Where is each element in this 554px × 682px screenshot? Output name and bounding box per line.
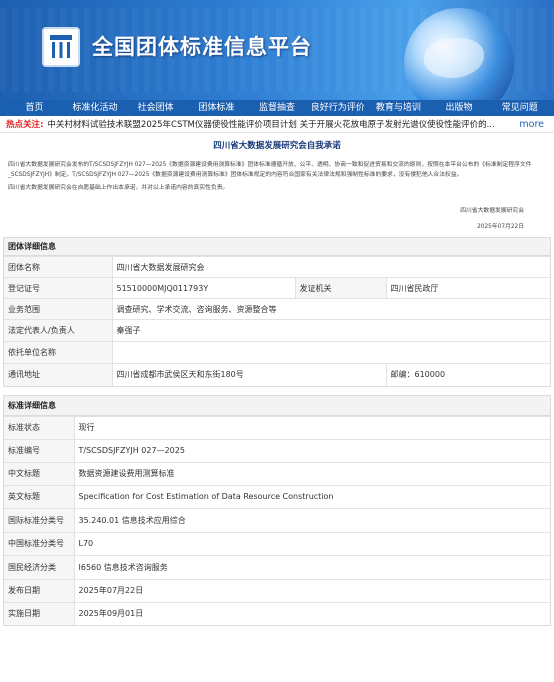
table-row: 国民经济分类 I6560 信息技术咨询服务 bbox=[4, 554, 550, 579]
table-row: 通讯地址 四川省成都市武侯区天和东街180号 邮编：610000 bbox=[4, 363, 550, 386]
nav-social-groups[interactable]: 社会团体 bbox=[125, 100, 186, 116]
business-scope-label: 业务范围 bbox=[4, 298, 113, 320]
org-details-table: 团体名称 四川省大数据发展研究会 登记证号 51510000MJQ011793Y… bbox=[4, 256, 550, 386]
std-field-label: 英文标题 bbox=[4, 484, 75, 508]
business-scope-value: 调查研究、学术交流、咨询服务、资源整合等 bbox=[112, 298, 550, 320]
table-row: 中国标准分类号 L70 bbox=[4, 531, 550, 555]
std-cn-title-value: 数据资源建设费用测算标准 bbox=[74, 461, 550, 485]
table-row: 国际标准分类号 35.240.01 信息技术应用综合 bbox=[4, 507, 550, 532]
nav-publications[interactable]: 出版物 bbox=[429, 100, 490, 116]
address-label: 通讯地址 bbox=[4, 363, 113, 386]
hot-topics-bar: 热点关注: 中关村材料试验技术联盟2025年CSTM仪器使役性能评价项目计划 关… bbox=[0, 116, 554, 133]
legal-rep-value: 秦强子 bbox=[112, 319, 550, 342]
reg-number-value: 51510000MJQ011793Y bbox=[112, 277, 296, 299]
table-row: 发布日期 2025年07月22日 bbox=[4, 578, 550, 602]
commitment-paragraph: 四川省大数据发展研究会发布的T/SCSDSJFZYJH 027—2025《数据资… bbox=[8, 162, 532, 178]
address-value: 四川省成都市武侯区天和东街180号 bbox=[112, 363, 387, 386]
hot-topics-link[interactable]: 中关村材料试验技术联盟2025年CSTM仪器使役性能评价项目计划 关于开展火花放… bbox=[43, 118, 501, 130]
issuer-value: 四川省民政厅 bbox=[386, 277, 550, 299]
standard-details-heading: 标准详细信息 bbox=[4, 395, 550, 416]
postcode-value: 邮编：610000 bbox=[386, 363, 550, 386]
table-row: 中文标题 数据资源建设费用测算标准 bbox=[4, 461, 550, 485]
nav-group-standards[interactable]: 团体标准 bbox=[186, 100, 247, 116]
std-en-title-value: Specification for Cost Estimation of Dat… bbox=[74, 484, 550, 508]
table-row: 法定代表人/负责人 秦强子 bbox=[4, 319, 550, 342]
commitment-date: 2025年07月22日 bbox=[477, 224, 524, 230]
more-link[interactable]: more bbox=[519, 119, 548, 130]
nav-standardization-activities[interactable]: 标准化活动 bbox=[65, 100, 126, 116]
org-details-panel: 团体详细信息 团体名称 四川省大数据发展研究会 登记证号 51510000MJQ… bbox=[3, 237, 551, 387]
table-row: 实施日期 2025年09月01日 bbox=[4, 601, 550, 625]
site-logo[interactable] bbox=[42, 27, 80, 67]
logo-emblem-icon bbox=[50, 35, 72, 58]
table-row: 业务范围 调查研究、学术交流、咨询服务、资源整合等 bbox=[4, 298, 550, 320]
std-field-label: 实施日期 bbox=[4, 601, 75, 625]
std-ccs-value: L70 bbox=[74, 531, 550, 555]
org-name-label: 团体名称 bbox=[4, 256, 113, 278]
commitment-title: 四川省大数据发展研究会自我承诺 bbox=[213, 141, 341, 151]
org-name-value: 四川省大数据发展研究会 bbox=[112, 256, 550, 278]
std-effective-date-value: 2025年09月01日 bbox=[74, 601, 550, 625]
hot-topics-label: 热点关注: bbox=[6, 120, 44, 130]
site-header: 全国团体标准信息平台 bbox=[0, 0, 554, 100]
std-field-label: 国民经济分类 bbox=[4, 554, 75, 579]
sponsor-unit-label: 依托单位名称 bbox=[4, 341, 113, 364]
std-field-label: 中国标准分类号 bbox=[4, 531, 75, 555]
standard-details-table: 标准状态 现行 标准编号 T/SCSDSJFZYJH 027—2025 中文标题… bbox=[4, 415, 550, 625]
table-row: 登记证号 51510000MJQ011793Y 发证机关 四川省民政厅 bbox=[4, 277, 550, 299]
nav-faq[interactable]: 常见问题 bbox=[489, 100, 550, 116]
std-field-label: 标准状态 bbox=[4, 415, 75, 439]
table-row: 标准状态 现行 bbox=[4, 415, 550, 439]
std-field-label: 标准编号 bbox=[4, 438, 75, 462]
table-row: 标准编号 T/SCSDSJFZYJH 027—2025 bbox=[4, 438, 550, 462]
table-row: 依托单位名称 bbox=[4, 341, 550, 364]
nav-good-conduct[interactable]: 良好行为评价 bbox=[307, 100, 368, 116]
commitment-paragraph-2: 四川省大数据发展研究会在自愿基础上作出本承诺，并对以上承诺内容的真实性负责。 bbox=[8, 185, 229, 191]
table-row: 英文标题 Specification for Cost Estimation o… bbox=[4, 484, 550, 508]
main-nav: 首页 标准化活动 社会团体 团体标准 监督抽查 良好行为评价 教育与培训 出版物… bbox=[0, 100, 554, 116]
self-commitment: 四川省大数据发展研究会自我承诺 四川省大数据发展研究会发布的T/SCSDSJFZ… bbox=[0, 139, 554, 230]
org-details-heading: 团体详细信息 bbox=[4, 238, 550, 256]
reg-number-label: 登记证号 bbox=[4, 277, 113, 299]
std-publish-date-value: 2025年07月22日 bbox=[74, 578, 550, 602]
standard-details-panel: 标准详细信息 标准状态 现行 标准编号 T/SCSDSJFZYJH 027—20… bbox=[3, 394, 551, 626]
site-title[interactable]: 全国团体标准信息平台 bbox=[92, 31, 312, 61]
issuer-label: 发证机关 bbox=[295, 277, 387, 299]
std-field-label: 中文标题 bbox=[4, 461, 75, 485]
std-economic-class-value: I6560 信息技术咨询服务 bbox=[74, 554, 550, 579]
table-row: 团体名称 四川省大数据发展研究会 bbox=[4, 256, 550, 278]
std-number-value: T/SCSDSJFZYJH 027—2025 bbox=[74, 438, 550, 462]
std-field-label: 国际标准分类号 bbox=[4, 507, 75, 532]
nav-education[interactable]: 教育与培训 bbox=[368, 100, 429, 116]
std-status-value: 现行 bbox=[74, 415, 550, 439]
nav-home[interactable]: 首页 bbox=[4, 100, 65, 116]
std-field-label: 发布日期 bbox=[4, 578, 75, 602]
sponsor-unit-value bbox=[112, 341, 550, 364]
std-ics-value: 35.240.01 信息技术应用综合 bbox=[74, 507, 550, 532]
nav-supervision[interactable]: 监督抽查 bbox=[247, 100, 308, 116]
commitment-signer: 四川省大数据发展研究会 bbox=[460, 208, 524, 214]
legal-rep-label: 法定代表人/负责人 bbox=[4, 319, 113, 342]
